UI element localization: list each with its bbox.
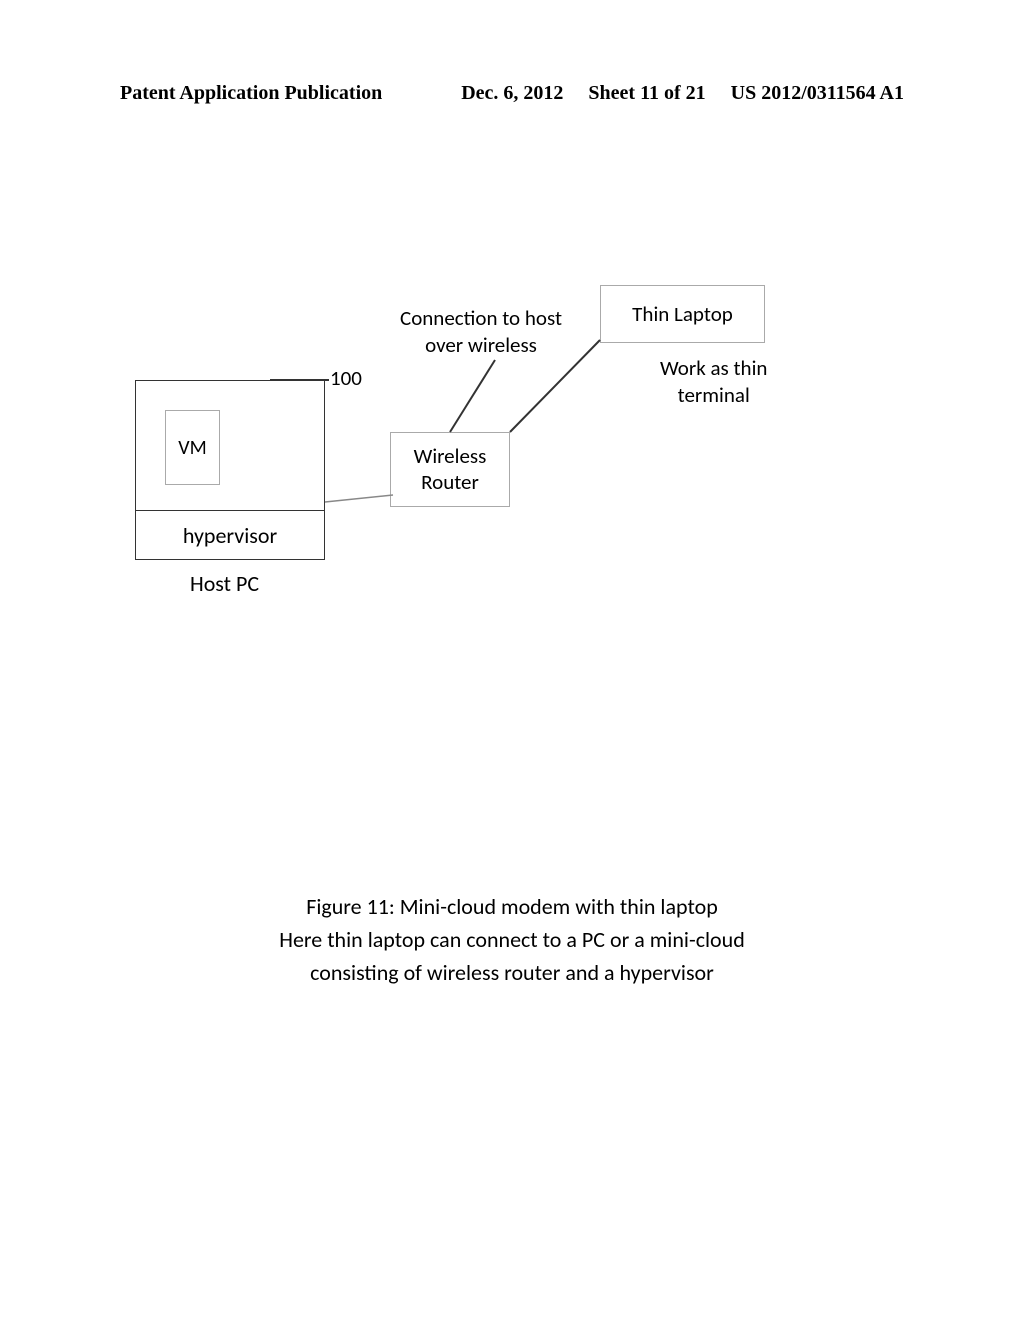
thin-laptop-label: Thin Laptop [632,301,733,327]
caption-line-3: consisting of wireless router and a hype… [0,956,1024,989]
connection-label: Connection to host over wireless [400,305,562,360]
header-right: Dec. 6, 2012 Sheet 11 of 21 US 2012/0311… [461,82,904,105]
vm-box: VM [165,410,220,485]
wireless-router-box: Wireless Router [390,432,510,507]
header-sheet: Sheet 11 of 21 [588,82,705,105]
header-left: Patent Application Publication [120,82,382,105]
vm-label: VM [178,436,206,460]
host-pc-label: Host PC [190,570,259,597]
header-pubnum: US 2012/0311564 A1 [731,82,904,105]
wireless-router-label: Wireless Router [414,444,487,494]
reference-number-100: 100 [330,365,362,391]
hypervisor-box: hypervisor [135,510,325,560]
line-router-to-connection-label [450,360,495,432]
header-date: Dec. 6, 2012 [461,82,563,105]
thin-laptop-box: Thin Laptop [600,285,765,343]
caption-line-2: Here thin laptop can connect to a PC or … [0,923,1024,956]
line-hostpc-to-router [325,495,393,502]
page-header: Patent Application Publication Dec. 6, 2… [0,82,1024,105]
work-as-thin-terminal-label: Work as thin terminal [660,355,767,410]
hypervisor-label: hypervisor [183,522,277,549]
figure-caption: Figure 11: Mini-cloud modem with thin la… [0,890,1024,989]
caption-line-1: Figure 11: Mini-cloud modem with thin la… [0,890,1024,923]
diagram: VM hypervisor Wireless Router Thin Lapto… [135,280,885,630]
